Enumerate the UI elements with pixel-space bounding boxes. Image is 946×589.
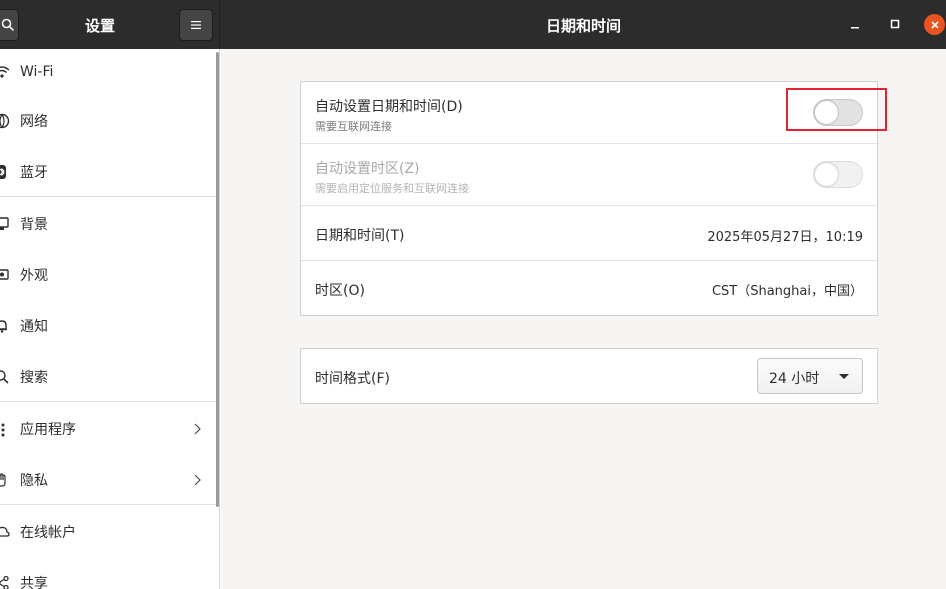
chevron-right-icon xyxy=(194,474,201,486)
sidebar-item-appearance[interactable]: 外观 xyxy=(0,250,216,300)
hamburger-menu-icon xyxy=(191,21,201,29)
close-icon xyxy=(930,20,939,29)
background-icon xyxy=(0,216,10,232)
sidebar-item-privacy[interactable]: 隐私 xyxy=(0,455,216,505)
sidebar-item-notifications[interactable]: 通知 xyxy=(0,301,216,351)
auto-timezone-subtitle: 需要启用定位服务和互联网连接 xyxy=(315,182,469,195)
timezone-row[interactable]: 时区(O) CST（Shanghai，中国） xyxy=(301,261,877,315)
time-format-row: 时间格式(F) 24 小时 xyxy=(301,349,877,403)
timezone-value: CST（Shanghai，中国） xyxy=(711,284,863,299)
chevron-right-icon xyxy=(194,423,201,435)
timezone-title: 时区(O) xyxy=(315,283,365,299)
sidebar-item-applications[interactable]: 应用程序 xyxy=(0,404,216,454)
maximize-icon xyxy=(890,19,900,29)
sidebar-item-online-accounts[interactable]: 在线帐户 xyxy=(0,507,216,557)
sidebar-header: 设置 xyxy=(0,0,220,49)
datetime-row[interactable]: 日期和时间(T) 2025年05月27日，10:19 xyxy=(301,206,877,261)
dropdown-arrow-icon xyxy=(839,374,849,379)
datetime-title: 日期和时间(T) xyxy=(315,228,405,244)
sidebar-item-label: 应用程序 xyxy=(20,422,76,438)
bell-icon xyxy=(0,318,10,334)
sidebar-scrollbar[interactable] xyxy=(216,52,219,507)
sidebar-item-search[interactable]: 搜索 xyxy=(0,352,216,402)
maximize-button[interactable] xyxy=(885,14,905,34)
auto-datetime-title: 自动设置日期和时间(D) xyxy=(315,99,463,115)
search-icon xyxy=(0,369,10,385)
main-panel: 自动设置日期和时间(D) 需要互联网连接 自动设置时区(Z) 需要启用定位服务和… xyxy=(221,49,946,589)
auto-timezone-switch xyxy=(813,161,863,188)
sidebar-item-label: 通知 xyxy=(20,319,48,335)
datetime-value: 2025年05月27日，10:19 xyxy=(707,230,863,245)
auto-timezone-title: 自动设置时区(Z) xyxy=(315,161,420,177)
sidebar-title: 设置 xyxy=(84,17,115,35)
sidebar-item-sharing[interactable]: 共享 xyxy=(0,558,216,589)
sidebar-item-label: 背景 xyxy=(20,217,48,233)
sidebar: Wi-Fi 网络 蓝牙 背景 外观 通知 搜索 应用程序 隐私 在线帐户 共享 xyxy=(0,49,220,589)
sidebar-item-background[interactable]: 背景 xyxy=(0,199,216,249)
cloud-icon xyxy=(0,524,10,540)
switch-knob xyxy=(814,162,839,187)
header-bar: 设置 日期和时间 xyxy=(0,0,946,49)
sidebar-item-label: 搜索 xyxy=(20,370,48,386)
minimize-button[interactable] xyxy=(845,14,865,34)
menu-button[interactable] xyxy=(179,9,213,41)
sidebar-separator xyxy=(0,504,216,505)
sidebar-separator xyxy=(0,401,216,402)
network-icon xyxy=(0,113,10,129)
sidebar-item-label: 外观 xyxy=(20,268,48,284)
time-format-dropdown[interactable]: 24 小时 xyxy=(757,358,863,394)
search-button[interactable] xyxy=(0,9,19,41)
sidebar-item-wifi[interactable]: Wi-Fi xyxy=(0,49,216,97)
highlight-annotation-box xyxy=(786,88,887,131)
sidebar-item-network[interactable]: 网络 xyxy=(0,96,216,146)
apps-icon xyxy=(0,421,10,437)
wifi-icon xyxy=(0,64,10,80)
sidebar-item-label: 隐私 xyxy=(20,473,48,489)
bluetooth-icon xyxy=(0,164,10,180)
time-format-title: 时间格式(F) xyxy=(315,371,390,387)
share-icon xyxy=(0,575,10,589)
sidebar-separator xyxy=(0,196,216,197)
sidebar-item-label: 共享 xyxy=(20,576,48,589)
appearance-icon xyxy=(0,267,10,283)
page-title: 日期和时间 xyxy=(545,17,621,35)
time-format-selected: 24 小时 xyxy=(769,371,820,387)
auto-timezone-row: 自动设置时区(Z) 需要启用定位服务和互联网连接 xyxy=(301,144,877,206)
close-button[interactable] xyxy=(924,14,945,35)
minimize-icon xyxy=(851,27,859,29)
time-format-card: 时间格式(F) 24 小时 xyxy=(300,348,878,404)
sidebar-item-label: Wi-Fi xyxy=(20,64,54,80)
search-icon xyxy=(1,18,14,32)
sidebar-item-label: 蓝牙 xyxy=(20,165,48,181)
sidebar-item-label: 网络 xyxy=(20,114,48,130)
sidebar-item-label: 在线帐户 xyxy=(20,525,76,541)
auto-datetime-subtitle: 需要互联网连接 xyxy=(315,120,392,133)
sidebar-item-bluetooth[interactable]: 蓝牙 xyxy=(0,147,216,197)
hand-icon xyxy=(0,472,10,488)
